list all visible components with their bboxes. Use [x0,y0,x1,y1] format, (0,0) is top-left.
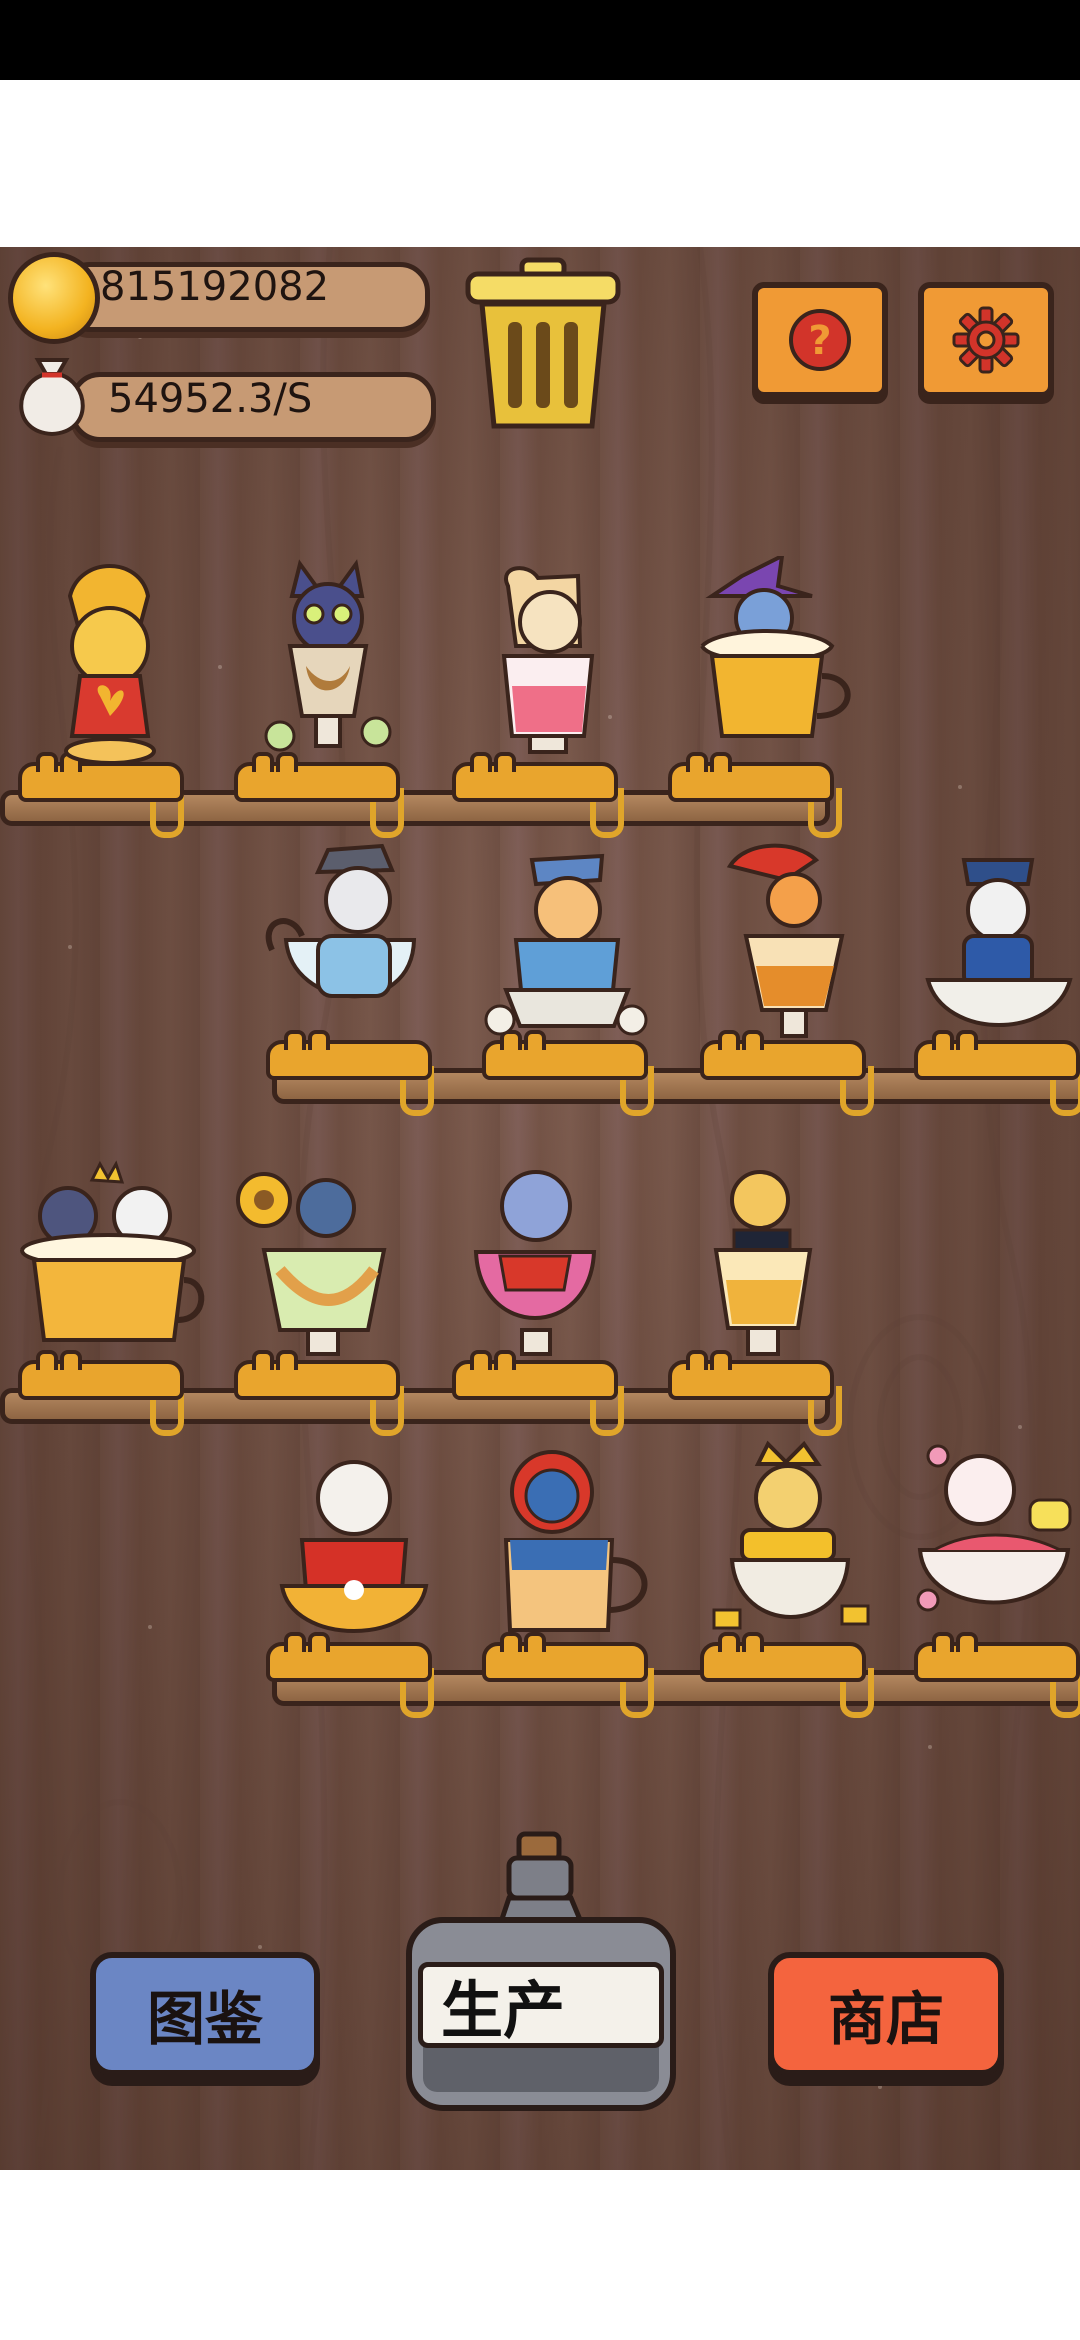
gentleman-cat-icon[interactable] [694,1160,844,1370]
royal-cat-icon[interactable] [30,556,180,766]
cat-slot-pad [914,1632,1080,1682]
llama-cat-icon[interactable] [468,556,618,766]
gear-icon [952,306,1020,374]
detective-cat-icon[interactable] [262,840,432,1050]
cat-slot-pad [452,752,618,802]
hooded-cat-icon[interactable] [480,1440,660,1650]
trash-can-icon[interactable] [464,256,622,432]
settings-button[interactable] [918,282,1054,398]
pirate-cat-icon[interactable] [716,840,866,1050]
produce-label: 生产 [441,1974,566,2047]
gold-coin-icon [8,252,100,344]
fancy-cat-icon[interactable] [460,1160,610,1370]
question-mark-icon: ? [789,309,851,371]
chef-cat-icon[interactable] [262,1450,442,1650]
scholar-cat-icon[interactable] [482,840,652,1050]
cat-slot-pad [668,752,834,802]
catalog-label: 图鉴 [146,1985,263,2053]
income-rate: 54952.3/S [108,376,313,422]
owl-cat-icon[interactable] [250,556,400,766]
produce-button[interactable]: 生产 [418,1962,664,2048]
sunflower-cat-icon[interactable] [234,1160,404,1370]
cat-slot-pad [18,752,184,802]
status-bar [0,0,1080,80]
officer-cat-icon[interactable] [914,840,1080,1050]
coin-count: 815192082 [100,264,330,310]
cat-slot-pad [234,752,400,802]
svg-text:?: ? [808,318,831,364]
catalog-button[interactable]: 图鉴 [90,1952,320,2076]
money-bag-icon [19,358,85,437]
shop-button[interactable]: 商店 [768,1952,1004,2076]
king-cats-icon[interactable] [8,1160,208,1370]
emperor-cat-icon[interactable] [708,1440,878,1650]
shop-label: 商店 [827,1985,944,2053]
witch-cat-icon[interactable] [682,556,852,766]
blossom-cat-icon[interactable] [910,1440,1080,1640]
help-button[interactable]: ? [752,282,888,398]
